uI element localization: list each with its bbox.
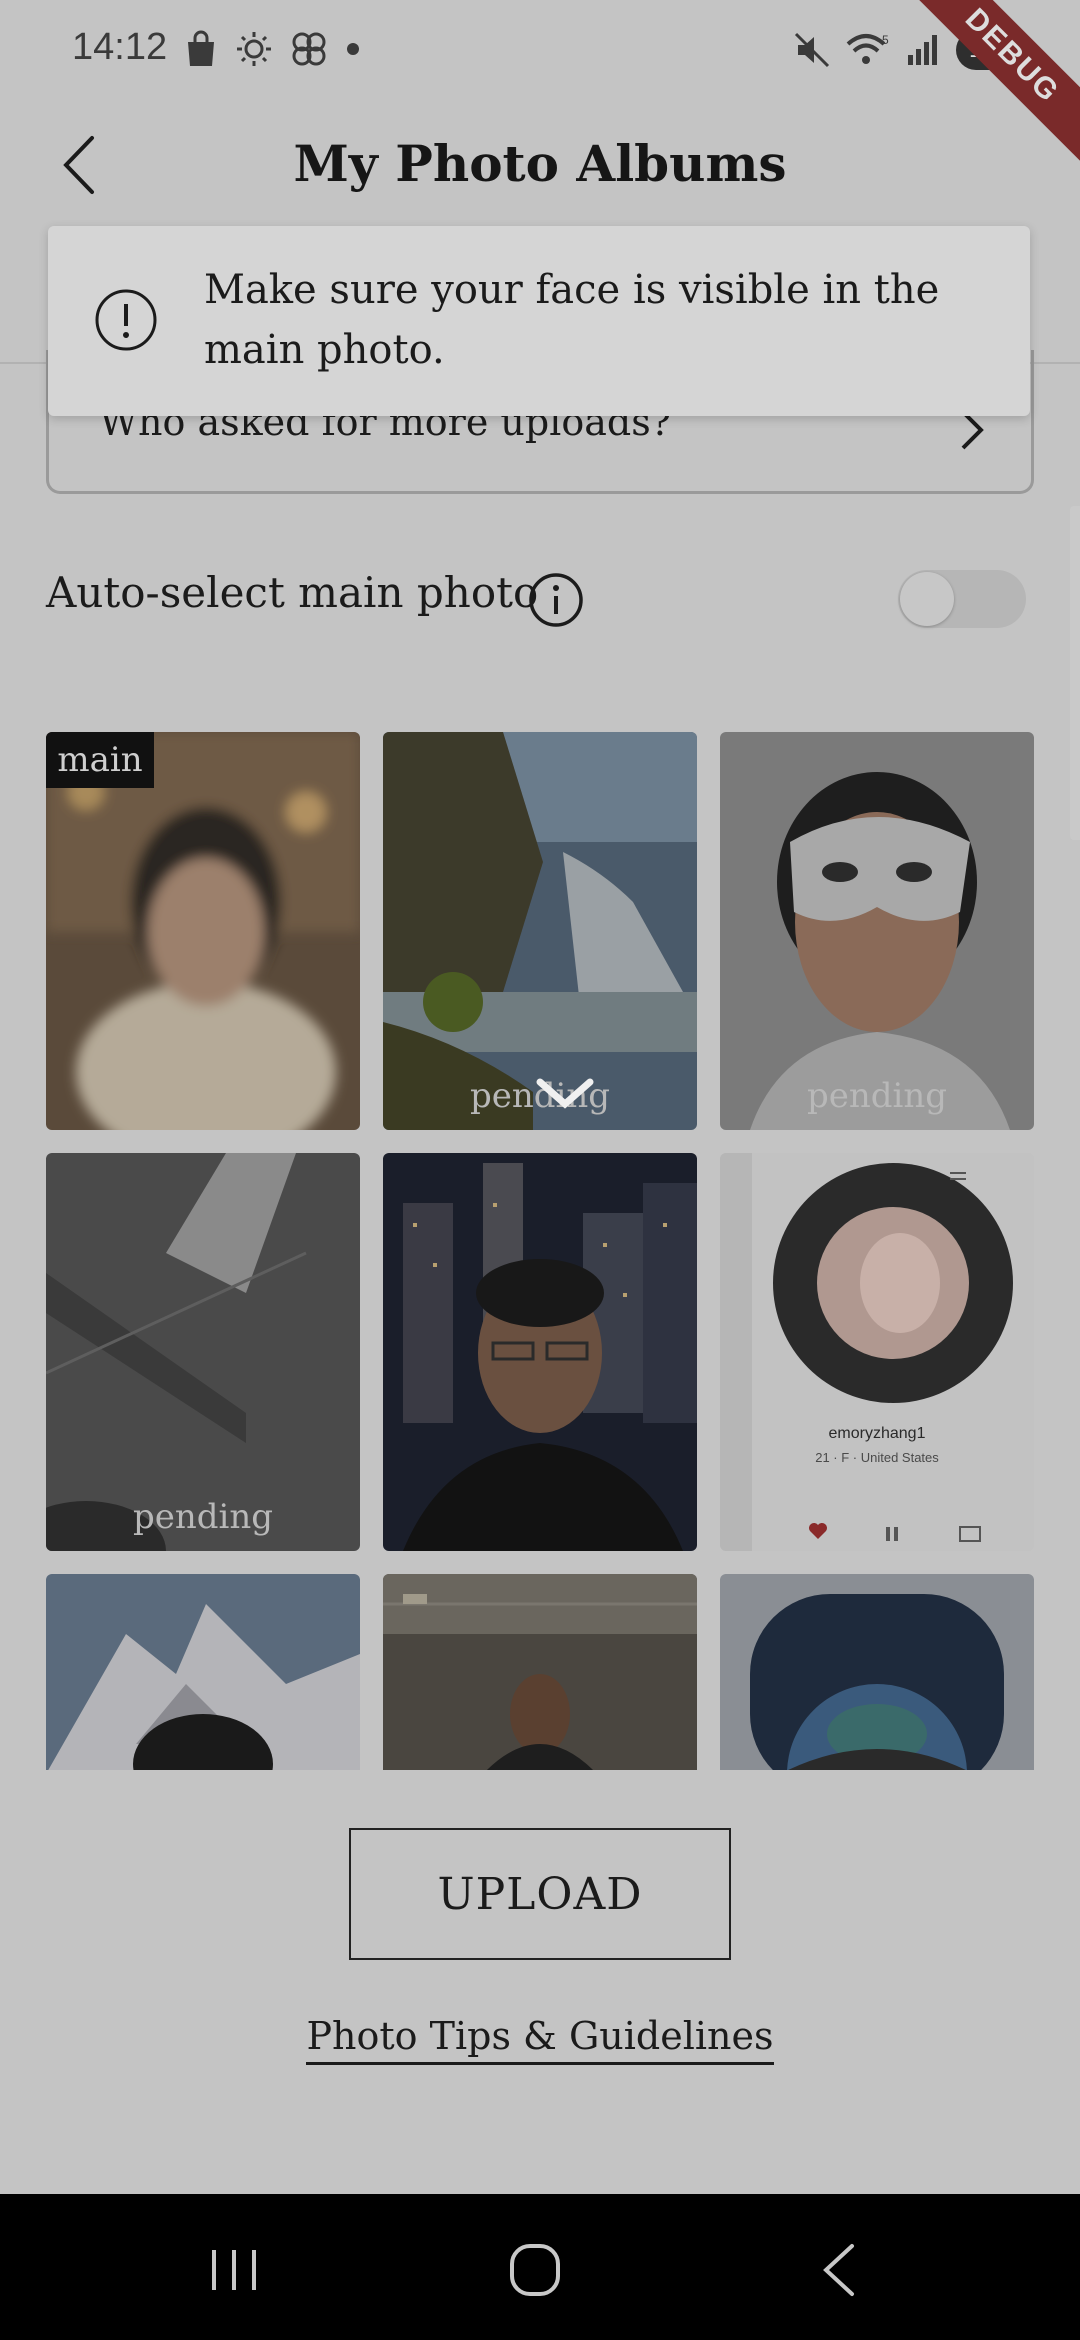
brightness-icon	[237, 32, 271, 66]
pinwheel-icon	[292, 32, 326, 66]
photo-tile-6[interactable]: emoryzhang1 21 · F · United States	[720, 1153, 1034, 1551]
photo-tile-1[interactable]: main	[46, 732, 360, 1130]
photo-tile-4[interactable]: pending	[46, 1153, 360, 1551]
svg-text:5: 5	[882, 33, 889, 47]
photo-tile-7[interactable]	[46, 1574, 360, 1770]
photo-tips-link-text: Photo Tips & Guidelines	[306, 2014, 774, 2065]
photo-tile-8[interactable]	[383, 1574, 697, 1770]
photo-image	[720, 1153, 1034, 1551]
exclamation-icon	[95, 289, 157, 351]
status-bar: 14:12 5 100 DEBUG	[0, 0, 1080, 167]
signal-icon	[908, 35, 937, 65]
auto-select-label: Auto-select main photo	[46, 568, 539, 617]
upload-button[interactable]: UPLOAD	[349, 1828, 731, 1960]
photo-label: pending	[806, 1076, 948, 1116]
photo-tile-5[interactable]	[383, 1153, 697, 1551]
toggle-knob	[900, 572, 954, 626]
profile-meta: 21 · F · United States	[815, 1450, 939, 1465]
photo-grid: main pending pending pending emoryzhang1…	[46, 732, 1034, 1770]
muted-icon	[794, 32, 830, 68]
scrollbar[interactable]	[1070, 506, 1080, 840]
profile-name: emoryzhang1	[828, 1425, 926, 1442]
photo-image	[383, 1153, 697, 1551]
photo-tile-9[interactable]	[720, 1574, 1034, 1770]
system-nav-bar	[0, 2194, 1080, 2340]
photo-image	[383, 732, 697, 1130]
home-icon[interactable]	[494, 2238, 574, 2302]
shopping-bag-icon	[188, 30, 214, 66]
photo-image	[720, 1574, 1034, 1770]
status-time: 14:12	[72, 26, 168, 68]
dot-icon	[347, 43, 359, 55]
chevron-down-icon	[536, 1078, 594, 1109]
wifi-icon: 5	[846, 33, 889, 64]
photo-image	[46, 1153, 360, 1551]
photo-tile-2[interactable]: pending	[383, 732, 697, 1130]
app-header: My Photo Albums	[0, 100, 1080, 230]
toast-message: Make sure your face is visible in the ma…	[204, 267, 940, 373]
photo-label: main	[46, 732, 154, 788]
info-icon[interactable]	[528, 572, 584, 628]
photo-label: pending	[132, 1497, 274, 1537]
auto-select-toggle[interactable]	[898, 570, 1026, 628]
photo-image	[720, 732, 1034, 1130]
recent-apps-icon[interactable]	[194, 2238, 274, 2302]
photo-image	[46, 1574, 360, 1770]
face-visibility-toast: Make sure your face is visible in the ma…	[48, 226, 1030, 416]
photo-tile-3[interactable]: pending	[720, 732, 1034, 1130]
page-title: My Photo Albums	[293, 134, 787, 193]
photo-image	[383, 1574, 697, 1770]
back-nav-icon[interactable]	[800, 2238, 880, 2302]
photo-tips-link[interactable]: Photo Tips & Guidelines	[0, 2014, 1080, 2065]
photo-image	[46, 732, 360, 1130]
status-left-icons	[184, 30, 360, 68]
